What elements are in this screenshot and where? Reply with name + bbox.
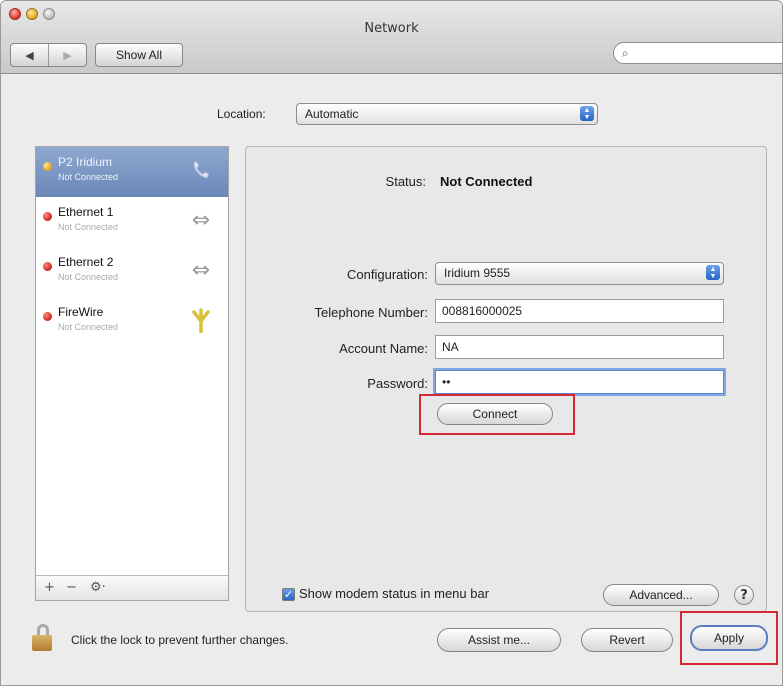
service-name: Ethernet 1 [58,205,114,219]
telephone-number-field[interactable] [435,299,724,323]
lock-icon[interactable] [31,624,53,652]
account-name-field[interactable] [435,335,724,359]
service-status: Not Connected [58,172,119,182]
service-status: Not Connected [58,322,119,332]
password-label: Password: [367,376,428,391]
password-field[interactable] [435,370,724,394]
connect-button[interactable]: Connect [437,403,553,425]
service-list-toolbar: + − ⚙· [36,575,228,600]
service-name: P2 Iridium [58,155,113,169]
lock-message: Click the lock to prevent further change… [71,633,289,647]
status-indicator-icon [43,212,52,221]
zoom-window-button[interactable] [43,8,55,20]
window-controls [9,8,55,20]
search-input[interactable] [638,46,782,62]
location-label: Location: [217,107,266,121]
assist-me-button[interactable]: Assist me... [437,628,561,652]
status-indicator-icon [43,262,52,271]
service-item-ethernet-2[interactable]: Ethernet 2 Not Connected ⇔ [36,247,228,297]
forward-arrow-icon: ▶ [63,48,72,62]
service-list: P2 Iridium Not Connected Ethernet 1 Not … [35,146,229,601]
search-field[interactable]: ⌕ [613,42,782,64]
help-button[interactable]: ? [734,585,754,605]
service-item-ethernet-1[interactable]: Ethernet 1 Not Connected ⇔ [36,197,228,247]
show-all-button[interactable]: Show All [95,43,183,67]
account-name-label: Account Name: [339,341,428,356]
service-detail-panel: Status: Not Connected Configuration: Iri… [245,146,767,612]
advanced-button[interactable]: Advanced... [603,584,719,606]
network-preferences-window: Network ◀ ▶ Show All ⌕ Location: Automat… [0,0,783,686]
back-button[interactable]: ◀ [11,44,48,66]
popup-arrows-icon: ▲ ▼ [580,106,594,121]
service-item-p2-iridium[interactable]: P2 Iridium Not Connected [36,147,228,197]
service-status: Not Connected [58,272,119,282]
back-arrow-icon: ◀ [25,48,34,62]
status-indicator-icon [43,312,52,321]
firewire-icon [188,307,214,333]
popup-arrows-icon: ▲ ▼ [706,265,720,280]
status-indicator-icon [43,162,52,171]
service-name: FireWire [58,305,104,319]
status-value: Not Connected [440,174,533,189]
add-service-button[interactable]: + [44,580,55,595]
revert-button[interactable]: Revert [581,628,673,652]
magnifying-glass-icon: ⌕ [622,46,629,60]
service-status: Not Connected [58,222,119,232]
action-gear-icon[interactable]: ⚙· [90,580,106,595]
ethernet-arrows-icon: ⇔ [191,257,211,283]
forward-button[interactable]: ▶ [48,44,86,66]
ethernet-arrows-icon: ⇔ [191,207,211,233]
service-item-firewire[interactable]: FireWire Not Connected [36,297,228,347]
remove-service-button[interactable]: − [66,580,77,595]
minimize-window-button[interactable] [26,8,38,20]
service-name: Ethernet 2 [58,255,114,269]
location-value: Automatic [305,107,359,121]
titlebar: Network ◀ ▶ Show All ⌕ [1,1,782,74]
window-title: Network [364,21,419,36]
configuration-value: Iridium 9555 [444,266,511,280]
telephone-number-label: Telephone Number: [314,305,428,320]
configuration-popup[interactable]: Iridium 9555 ▲ ▼ [435,262,724,285]
status-label: Status: [385,174,426,189]
location-popup[interactable]: Automatic ▲ ▼ [296,103,598,125]
show-modem-status-label: Show modem status in menu bar [299,586,490,601]
navigation-segmented-control: ◀ ▶ [10,43,87,67]
apply-button[interactable]: Apply [690,625,768,651]
configuration-label: Configuration: [347,267,428,282]
show-modem-status-checkbox[interactable]: ✓ [282,588,295,601]
phone-icon [188,157,214,183]
lock-body [32,635,52,651]
close-window-button[interactable] [9,8,21,20]
